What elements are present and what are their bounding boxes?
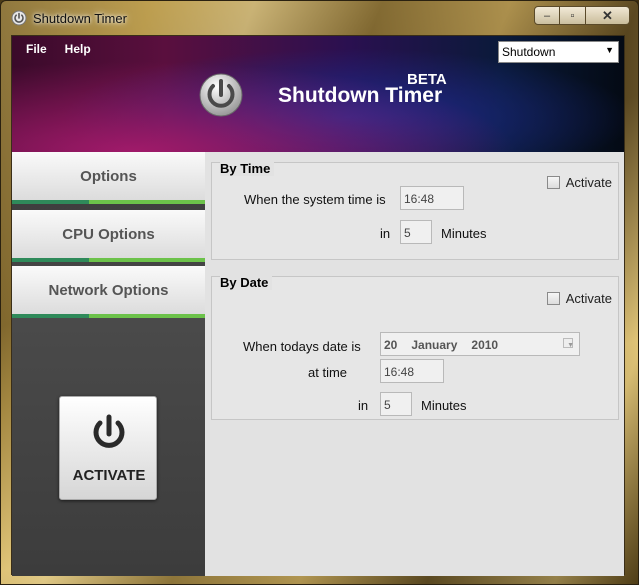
power-icon xyxy=(199,73,243,117)
by-time-group: By Time Activate When the system time is… xyxy=(211,161,619,260)
caption-buttons: – ▫ ✕ xyxy=(534,6,630,25)
tab-network-options[interactable]: Network Options xyxy=(12,266,205,318)
calendar-icon[interactable]: ▼ xyxy=(563,338,574,349)
action-select-value: Shutdown xyxy=(502,45,556,59)
by-date-group: By Date Activate When todays date is 20 … xyxy=(211,275,619,420)
window-title: Shutdown Timer xyxy=(33,11,127,26)
by-date-minutes-label: Minutes xyxy=(421,398,467,413)
power-icon xyxy=(93,414,125,448)
by-time-minutes-field[interactable]: 5 xyxy=(400,220,432,244)
menu-help[interactable]: Help xyxy=(65,42,91,56)
date-year: 2010 xyxy=(471,338,499,352)
system-time-label: When the system time is xyxy=(244,192,386,207)
by-date-activate[interactable]: Activate xyxy=(546,291,612,306)
title-bar[interactable]: Shutdown Timer – ▫ ✕ xyxy=(1,1,639,35)
header-banner: File Help Shutdown ▼ Shutdown Timer BETA xyxy=(12,36,624,152)
by-date-in-label: in xyxy=(358,398,369,413)
sidebar: Options CPU Options Network Options ACTI… xyxy=(12,152,205,576)
close-button[interactable]: ✕ xyxy=(586,6,630,25)
by-date-activate-checkbox[interactable] xyxy=(546,292,560,305)
by-time-title: By Time xyxy=(220,161,275,176)
by-time-activate-label: Activate xyxy=(565,175,612,190)
chevron-down-icon: ▼ xyxy=(567,342,574,349)
by-date-title: By Date xyxy=(220,275,273,290)
activate-button[interactable]: ACTIVATE xyxy=(59,396,157,500)
by-time-in-label: in xyxy=(380,226,391,241)
by-time-activate[interactable]: Activate xyxy=(546,175,612,190)
power-icon xyxy=(11,10,27,26)
client-area: File Help Shutdown ▼ Shutdown Timer BETA… xyxy=(11,35,625,576)
menu-file[interactable]: File xyxy=(26,42,47,56)
activate-button-label: ACTIVATE xyxy=(72,467,146,484)
maximize-button[interactable]: ▫ xyxy=(560,6,586,25)
by-date-activate-label: Activate xyxy=(565,291,612,306)
tab-cpu-options[interactable]: CPU Options xyxy=(12,210,205,262)
date-month: January xyxy=(411,338,458,352)
action-select[interactable]: Shutdown ▼ xyxy=(498,41,619,63)
system-time-field[interactable]: 16:48 xyxy=(400,186,464,210)
by-time-activate-checkbox[interactable] xyxy=(546,176,560,189)
beta-badge: BETA xyxy=(407,71,447,88)
menu-bar: File Help xyxy=(26,42,91,56)
tab-options[interactable]: Options xyxy=(12,152,205,204)
minimize-button[interactable]: – xyxy=(534,6,560,25)
app-window: Shutdown Timer – ▫ ✕ File Help Shutdown … xyxy=(0,0,639,585)
main-panel: By Time Activate When the system time is… xyxy=(205,152,624,576)
chevron-down-icon: ▼ xyxy=(605,45,614,55)
by-date-minutes-field[interactable]: 5 xyxy=(380,392,412,416)
at-time-label: at time xyxy=(308,365,348,380)
date-day: 20 xyxy=(384,338,398,352)
date-time-field[interactable]: 16:48 xyxy=(380,359,444,383)
by-time-minutes-label: Minutes xyxy=(441,226,487,241)
date-label: When todays date is xyxy=(243,339,361,354)
date-picker[interactable]: 20 January 2010 ▼ xyxy=(380,332,580,356)
